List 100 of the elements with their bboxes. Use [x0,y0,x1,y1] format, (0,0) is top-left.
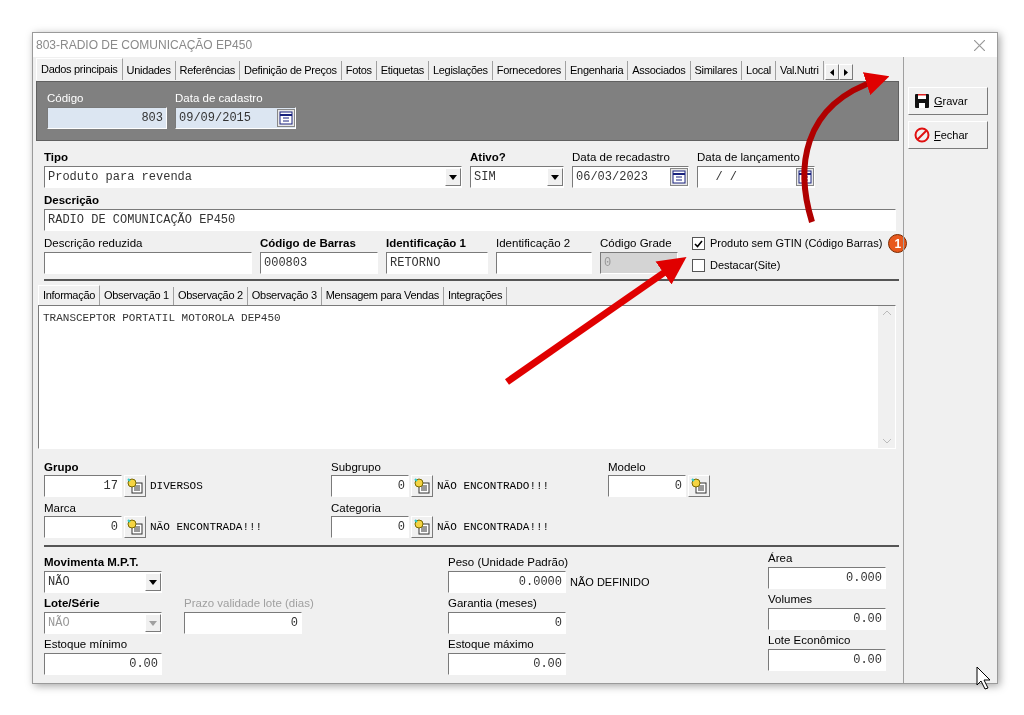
tab[interactable]: Informação [38,285,101,305]
tab[interactable]: Fornecedores [492,61,567,80]
field-label: Descrição [44,193,99,207]
dropdown-field[interactable]: SIM [470,166,564,188]
calendar-icon[interactable] [277,109,295,127]
field-label: Estoque máximo [448,637,534,651]
field-label: Código [47,91,84,105]
field-label: Identificação 2 [496,236,571,250]
magnifier-document-icon [691,478,707,494]
lookup-result: DIVERSOS [150,478,203,494]
field-label: Modelo [608,460,646,474]
scroll-left-icon[interactable] [829,68,834,76]
field-label: Categoria [331,501,381,515]
field-label: Código de Barras [260,236,356,250]
magnifier-document-icon [414,478,430,494]
input-field[interactable]: 0.00 [768,649,886,671]
tab[interactable]: Legislações [428,61,493,80]
date-field[interactable]: 09/09/2015 [175,107,296,129]
magnifier-document-icon [127,478,143,494]
mouse-cursor-icon [976,666,991,690]
close-icon[interactable] [974,39,985,51]
input-field[interactable]: 000803 [260,252,378,274]
field-label: Grupo [44,460,79,474]
checkbox[interactable] [692,258,705,272]
input-field[interactable]: 0 [331,475,409,497]
input-field[interactable]: 0.000 [768,567,886,589]
tab[interactable]: Val.Nutri [775,61,824,80]
field-label: Lote Econômico [768,633,851,647]
input-field[interactable]: 17 [44,475,122,497]
calendar-icon[interactable] [670,168,688,186]
input-field[interactable]: 0.00 [448,653,566,675]
field-label: Marca [44,501,76,515]
tab[interactable]: Engenharia [566,61,629,80]
input-field[interactable]: 803 [47,107,167,129]
dropdown-field[interactable]: NÃO [44,571,162,593]
scroll-right-icon[interactable] [843,68,848,76]
magnifier-document-icon [414,519,430,535]
window-title: 803-RADIO DE COMUNICAÇÃO EP450 [36,37,253,54]
tab[interactable]: Etiquetas [376,61,429,80]
search-lookup-button[interactable] [688,475,710,497]
input-field[interactable] [44,252,252,274]
tab[interactable]: Local [742,61,776,80]
input-field[interactable]: RETORNO [386,252,488,274]
lookup-result: NÃO ENCONTRADA!!! [437,519,550,535]
field-label: Garantia (meses) [448,596,537,610]
input-field[interactable]: 0 [331,516,409,538]
date-field[interactable]: / / [697,166,815,188]
tab[interactable]: Unidades [122,61,176,80]
tab[interactable]: Definição de Preços [240,61,342,80]
close-button[interactable]: Fechar [908,121,988,149]
field-label: Movimenta M.P.T. [44,555,139,569]
field-label: Lote/Série [44,596,100,610]
field-label: Ativo? [470,150,506,164]
dropdown-caret-icon[interactable] [149,579,157,585]
checkbox-label: Destacar(Site) [710,258,781,273]
checkbox-label: Produto sem GTIN (Código Barras) [710,236,883,252]
lookup-result: NÃO ENCONTRADO!!! [437,478,550,494]
search-lookup-button[interactable] [411,475,433,497]
field-label: Identificação 1 [386,236,466,250]
dropdown-caret-icon[interactable] [449,174,457,180]
field-label: Área [768,551,793,565]
dropdown-caret-icon[interactable] [551,174,559,180]
tab[interactable]: Associados [628,61,691,80]
checkbox[interactable] [692,237,705,250]
field-label: Prazo validade lote (dias) [184,596,314,610]
save-button[interactable]: Gravar [908,87,988,115]
field-label: Descrição reduzida [44,236,143,250]
input-field[interactable]: 0 [608,475,686,497]
field-label: Tipo [44,150,69,164]
lookup-result: NÃO ENCONTRADA!!! [150,519,263,535]
input-field[interactable]: RADIO DE COMUNICAÇÃO EP450 [44,209,896,231]
prohibited-icon [914,127,930,143]
field-label: Código Grade [600,236,672,250]
input-field[interactable]: 0 [44,516,122,538]
field-label: Peso (Unidade Padrão) [448,555,569,569]
input-field[interactable]: 0 [448,612,566,634]
tab[interactable]: Fotos [341,61,377,80]
tab[interactable]: Similares [690,61,743,80]
search-lookup-button[interactable] [124,475,146,497]
dropdown-field[interactable]: Produto para revenda [44,166,462,188]
input-field[interactable]: 0.00 [768,608,886,630]
memo-text: TRANSCEPTOR PORTATIL MOTOROLA DEP450 [43,311,281,326]
field-label: Estoque mínimo [44,637,128,651]
field-label: Volumes [768,592,813,606]
date-field[interactable]: 06/03/2023 [572,166,689,188]
field-label: Data de recadastro [572,150,670,164]
input-field[interactable]: 0.0000 [448,571,566,593]
magnifier-document-icon [127,519,143,535]
field-label: Data de lançamento [697,150,800,164]
memo-field[interactable]: TRANSCEPTOR PORTATIL MOTOROLA DEP450 [38,305,896,449]
field-label: Data de cadastro [175,91,263,105]
step-badge: 1 [888,234,908,253]
search-lookup-button[interactable] [411,516,433,538]
input-field[interactable] [496,252,592,274]
field-label: Subgrupo [331,460,381,474]
search-lookup-button[interactable] [124,516,146,538]
tab[interactable]: Referências [175,61,240,80]
input-field[interactable]: 0.00 [44,653,162,675]
weight-unit-note: NÃO DEFINIDO [570,574,650,590]
tab[interactable]: Dados principais [36,58,123,80]
